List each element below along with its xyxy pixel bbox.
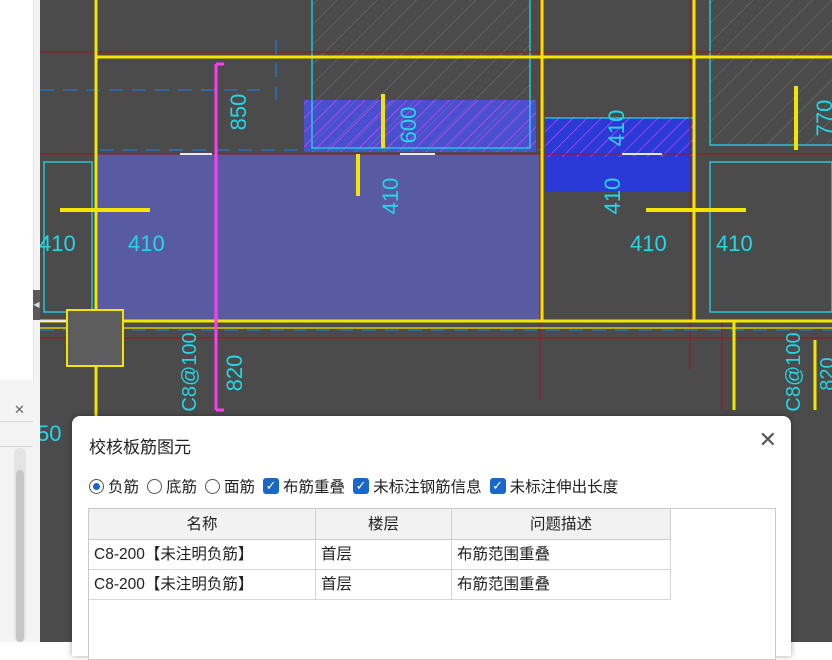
dim-820: 820 [222, 355, 247, 392]
radio-selected-icon[interactable] [89, 478, 104, 494]
column[interactable] [66, 309, 124, 367]
checkbox-missing-length[interactable]: ✓ 未标注伸出长度 [489, 475, 619, 497]
filter-options: 负筋 底筋 面筋 ✓ 布筋重叠 ✓ 未标注钢筋信息 ✓ 未标注伸出长度 [89, 474, 626, 498]
checkmark-icon[interactable]: ✓ [263, 478, 280, 494]
grey-hatch-area [312, 0, 530, 148]
close-icon[interactable]: ✕ [759, 428, 777, 452]
left-panel: ◀ ✕ [0, 0, 41, 642]
radio-bottom-rebar[interactable]: 底筋 [147, 475, 197, 497]
result-table: 名称 楼层 问题描述 C8-200【未注明负筋】 首层 布筋范围重叠 C8-20… [88, 508, 776, 660]
rebar-label: C8@100 [179, 332, 201, 411]
check-dialog: 校核板筋图元 ✕ 负筋 底筋 面筋 ✓ 布筋重叠 ✓ 未标注钢筋信息 ✓ 未标注… [72, 416, 791, 660]
radio-icon[interactable] [205, 478, 221, 494]
option-label: 布筋重叠 [283, 479, 346, 496]
column-header-floor[interactable]: 楼层 [316, 509, 452, 540]
property-panel [0, 0, 34, 380]
dim-410: 410 [604, 110, 629, 147]
table-row[interactable]: C8-200【未注明负筋】 首层 布筋范围重叠 [89, 540, 671, 570]
rebar-label: C8@100 [783, 332, 805, 411]
option-label: 底筋 [166, 479, 198, 496]
dim-770: 770 [812, 100, 832, 137]
dialog-title: 校核板筋图元 [89, 438, 191, 457]
dim-410: 410 [378, 178, 403, 215]
column-header-name[interactable]: 名称 [89, 509, 316, 540]
scrollbar-thumb[interactable] [16, 470, 24, 642]
divider [0, 446, 33, 447]
column-header-description[interactable]: 问题描述 [452, 509, 671, 540]
cell-description: 布筋范围重叠 [452, 570, 671, 600]
dim-410: 410 [40, 231, 76, 256]
cell-description: 布筋范围重叠 [452, 540, 671, 570]
divider [0, 421, 33, 422]
option-label: 未标注伸出长度 [509, 479, 619, 496]
collapse-arrow-icon[interactable]: ◀ [33, 290, 40, 320]
checkbox-overlap[interactable]: ✓ 布筋重叠 [263, 475, 345, 497]
radio-top-rebar[interactable]: 面筋 [205, 475, 255, 497]
dim-850: 850 [226, 94, 251, 131]
table-row[interactable]: C8-200【未注明负筋】 首层 布筋范围重叠 [89, 570, 671, 600]
cell-name: C8-200【未注明负筋】 [89, 540, 316, 570]
radio-icon[interactable] [147, 478, 163, 494]
dim-50: 50 [40, 421, 61, 446]
cell-floor: 首层 [316, 540, 452, 570]
dim-600: 600 [396, 107, 421, 144]
option-label: 面筋 [224, 479, 256, 496]
option-label: 负筋 [108, 479, 140, 496]
dim-410: 410 [716, 231, 753, 256]
cell-name: C8-200【未注明负筋】 [89, 570, 316, 600]
cell-floor: 首层 [316, 570, 452, 600]
dim-410: 410 [630, 231, 667, 256]
dim-410: 410 [128, 231, 165, 256]
dim-820: 820 [817, 357, 832, 390]
checkbox-missing-info[interactable]: ✓ 未标注钢筋信息 [353, 475, 482, 497]
checkmark-icon[interactable]: ✓ [353, 478, 370, 494]
checkmark-icon[interactable]: ✓ [489, 478, 506, 494]
close-icon[interactable]: ✕ [14, 403, 25, 417]
option-label: 未标注钢筋信息 [373, 479, 482, 496]
radio-neg-rebar[interactable]: 负筋 [89, 475, 139, 497]
dim-410: 410 [600, 178, 625, 215]
